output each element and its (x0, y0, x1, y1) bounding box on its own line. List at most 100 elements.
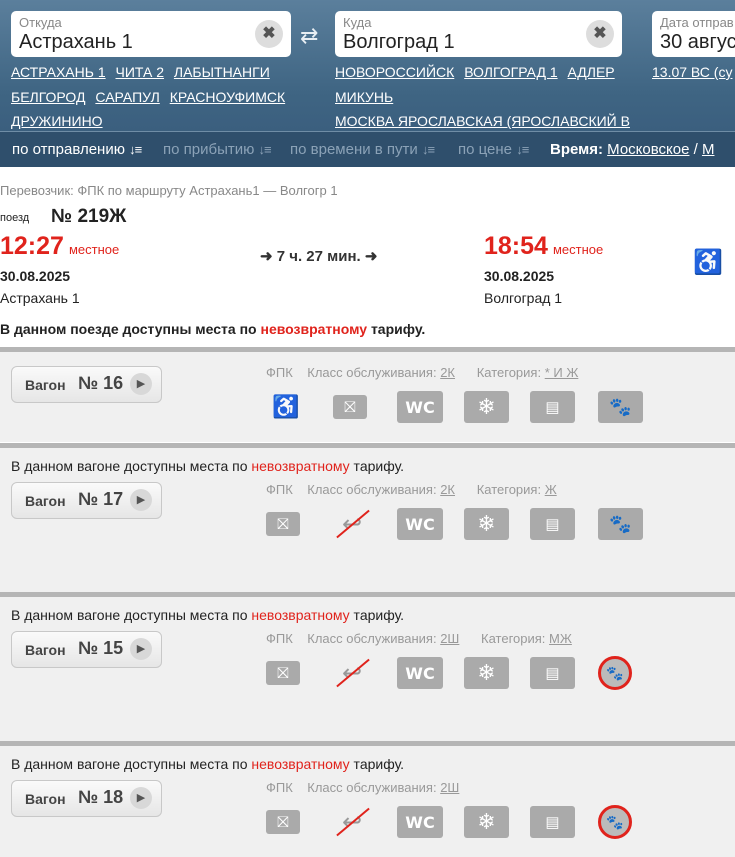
wagon-tariff-note: В данном вагоне доступны места по невозв… (11, 607, 404, 623)
to-suggestion-link[interactable]: МИКУНЬ (335, 85, 393, 110)
wagon-note-suffix: тарифу. (349, 756, 405, 772)
from-suggestions: АСТРАХАНЬ 1 ЧИТА 2 ЛАБЫТНАНГИ БЕЛГОРОД С… (11, 60, 311, 134)
expand-arrow-icon: ▶ (130, 489, 152, 511)
time-moscow-link[interactable]: Московское (607, 141, 689, 158)
swap-icon[interactable]: ⇄ (300, 25, 318, 47)
from-label: Откуда (19, 15, 62, 30)
linen-icon: ▤ (530, 657, 575, 689)
service-class-label: Класс обслуживания: (307, 482, 437, 497)
linen-icon: ▤ (530, 391, 575, 423)
from-suggestion-link[interactable]: БЕЛГОРОД (11, 85, 86, 110)
pet-wagon-icon: 🐾 (598, 391, 643, 423)
sort-by-travel-time[interactable]: по времени в пути ↓≡ (290, 141, 435, 158)
wheelchair-icon: ♿ (272, 394, 300, 419)
wagon-info: ФПК Класс обслуживания: 2Ш (266, 780, 477, 795)
sort-order-icon: ↓≡ (421, 142, 435, 157)
wagon-carrier: ФПК (266, 482, 293, 497)
service-class-label: Класс обслуживания: (307, 780, 437, 795)
sort-by-price-label: по цене (458, 141, 513, 158)
clear-from-icon[interactable]: ✖ (255, 20, 283, 48)
carrier-info: Перевозчик: ФПК по маршруту Астрахань1 —… (0, 183, 338, 198)
from-input[interactable]: Астрахань 1 (19, 31, 133, 54)
from-suggestion-link[interactable]: ЛАБЫТНАНГИ (174, 60, 270, 85)
date-label: Дата отправ (660, 15, 734, 30)
wagon-tariff-note: В данном вагоне доступны места по невозв… (11, 458, 404, 474)
date-input[interactable]: 30 августа (660, 31, 735, 54)
wagon-carrier: ФПК (266, 631, 293, 646)
to-suggestion-link[interactable]: МОСКВА ЯРОСЛАВСКАЯ (ЯРОСЛАВСКИЙ В (335, 109, 630, 134)
clear-to-icon[interactable]: ✖ (586, 20, 614, 48)
non-refundable-icon: ↩ (332, 806, 372, 838)
wagon-tariff-note: В данном вагоне доступны места по невозв… (11, 756, 404, 772)
wagon-label: Вагон (25, 642, 66, 658)
train-tariff-note: В данном поезде доступны места по невозв… (0, 321, 425, 337)
to-suggestion-link[interactable]: НОВОРОССИЙСК (335, 60, 454, 85)
from-suggestion-link[interactable]: ЧИТА 2 (116, 60, 165, 85)
service-class-link[interactable]: 2Ш (440, 631, 459, 646)
wagon-label: Вагон (25, 377, 66, 393)
travel-duration: ➜ 7 ч. 27 мин. ➜ (260, 248, 378, 265)
wagon-carrier: ФПК (266, 365, 293, 380)
wagon-note-text: В данном вагоне доступны места по (11, 607, 252, 623)
wagon-info: ФПК Класс обслуживания: 2Ш Категория: МЖ (266, 631, 572, 646)
wc-icon: WC (397, 806, 443, 838)
category-label: Категория: (476, 482, 542, 497)
wagon-info: ФПК Класс обслуживания: 2К Категория: Ж (266, 482, 557, 497)
wagon-note-highlight: невозвратному (251, 756, 350, 772)
sort-order-icon: ↓≡ (258, 142, 272, 157)
date-suggestion-link[interactable]: 13.07 ВС (су (652, 60, 732, 85)
train-label: поезд (0, 212, 30, 224)
to-field[interactable]: Куда Волгоград 1 ✖ (335, 11, 622, 57)
wagon-number: № 15 (78, 638, 124, 658)
wagon-button[interactable]: Вагон № 18 ▶ (11, 780, 162, 817)
service-class-label: Класс обслуживания: (307, 631, 437, 646)
departure-time: 12:27 местное (0, 232, 119, 261)
category-link[interactable]: * И Ж (545, 365, 579, 380)
from-suggestion-link[interactable]: КРАСНОУФИМСК (170, 85, 285, 110)
time-label: Время: (550, 141, 603, 158)
sort-by-arrival[interactable]: по прибытию ↓≡ (163, 141, 272, 158)
wagon-label: Вагон (25, 493, 66, 509)
to-suggestion-link[interactable]: ВОЛГОГРАД 1 (464, 60, 557, 85)
arrival-time: 18:54 местное (484, 232, 603, 261)
from-field[interactable]: Откуда Астрахань 1 ✖ (11, 11, 291, 57)
expand-arrow-icon: ▶ (130, 787, 152, 809)
no-pets-icon: 🐾 (598, 805, 632, 839)
category-link[interactable]: Ж (545, 482, 557, 497)
sort-by-price[interactable]: по цене ↓≡ (458, 141, 529, 158)
from-suggestion-link[interactable]: ДРУЖИНИНО (11, 109, 103, 134)
wagon-note-highlight: невозвратному (251, 607, 350, 623)
service-class-label: Класс обслуживания: (307, 365, 437, 380)
linen-icon: ▤ (530, 806, 575, 838)
wagon-carrier: ФПК (266, 780, 293, 795)
train-number: № 219Ж (51, 206, 127, 227)
wagon-note-text: В данном вагоне доступны места по (11, 458, 252, 474)
to-input[interactable]: Волгоград 1 (343, 31, 455, 54)
service-class-link[interactable]: 2К (440, 482, 455, 497)
ac-snowflake-icon: ❄ (464, 391, 509, 423)
wagon-number: № 18 (78, 787, 124, 807)
from-suggestion-link[interactable]: АСТРАХАНЬ 1 (11, 60, 106, 85)
tariff-note-highlight: невозвратному (260, 321, 368, 337)
service-class-link[interactable]: 2К (440, 365, 455, 380)
category-link[interactable]: МЖ (549, 631, 572, 646)
category-label: Категория: (476, 365, 542, 380)
sort-by-departure[interactable]: по отправлению ↓≡ (12, 141, 142, 158)
sort-bar: по отправлению ↓≡ по прибытию ↓≡ по врем… (0, 131, 735, 167)
to-suggestion-link[interactable]: АДЛЕР (568, 60, 615, 85)
arrival-tz: местное (552, 242, 604, 257)
from-suggestion-link[interactable]: САРАПУЛ (95, 85, 159, 110)
date-field[interactable]: Дата отправ 30 августа (652, 11, 735, 57)
wagon-card: Вагон № 16 ▶ ФПК Класс обслуживания: 2К … (0, 347, 735, 442)
wagon-note-highlight: невозвратному (251, 458, 350, 474)
luggage-icon: ⛝ (266, 512, 300, 536)
tariff-note-suffix: тарифу. (367, 321, 426, 337)
time-local-link[interactable]: М (702, 141, 715, 158)
wagon-button[interactable]: Вагон № 17 ▶ (11, 482, 162, 519)
departure-tz: местное (68, 242, 120, 257)
wc-icon: WC (397, 508, 443, 540)
service-class-link[interactable]: 2Ш (440, 780, 459, 795)
wagon-button[interactable]: Вагон № 16 ▶ (11, 366, 162, 403)
wagon-button[interactable]: Вагон № 15 ▶ (11, 631, 162, 668)
wc-icon: WC (397, 657, 443, 689)
